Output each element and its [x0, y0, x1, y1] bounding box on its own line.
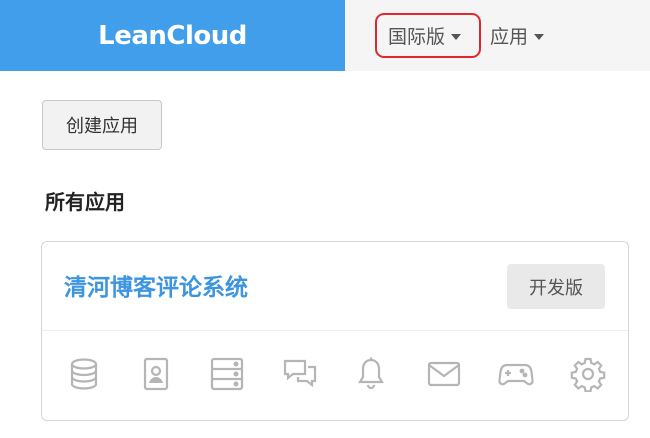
chat-icon[interactable] [278, 352, 322, 396]
chevron-down-icon [451, 33, 462, 40]
app-name-link[interactable]: 清河博客评论系统 [64, 268, 248, 302]
top-navbar: LeanCloud 国际版 应用 [0, 0, 650, 71]
card-divider [42, 330, 628, 331]
create-app-button[interactable]: 创建应用 [42, 100, 162, 150]
database-icon[interactable] [62, 352, 106, 396]
contact-card-icon[interactable] [134, 352, 178, 396]
mail-icon[interactable] [422, 352, 466, 396]
app-shortcut-icons [42, 352, 628, 396]
gamepad-icon[interactable] [494, 352, 538, 396]
apps-dropdown[interactable]: 应用 [490, 0, 545, 71]
brand-logo[interactable]: LeanCloud [0, 0, 345, 71]
chevron-down-icon [534, 33, 545, 40]
section-title-all-apps: 所有应用 [45, 190, 125, 214]
region-dropdown[interactable]: 国际版 [388, 0, 462, 71]
status-badge: 开发版 [507, 264, 605, 309]
bell-icon[interactable] [349, 352, 393, 396]
apps-dropdown-label: 应用 [490, 26, 529, 48]
app-card: 清河博客评论系统 开发版 [41, 241, 629, 421]
gear-icon[interactable] [566, 352, 610, 396]
server-icon[interactable] [205, 352, 249, 396]
region-dropdown-label: 国际版 [388, 26, 446, 48]
